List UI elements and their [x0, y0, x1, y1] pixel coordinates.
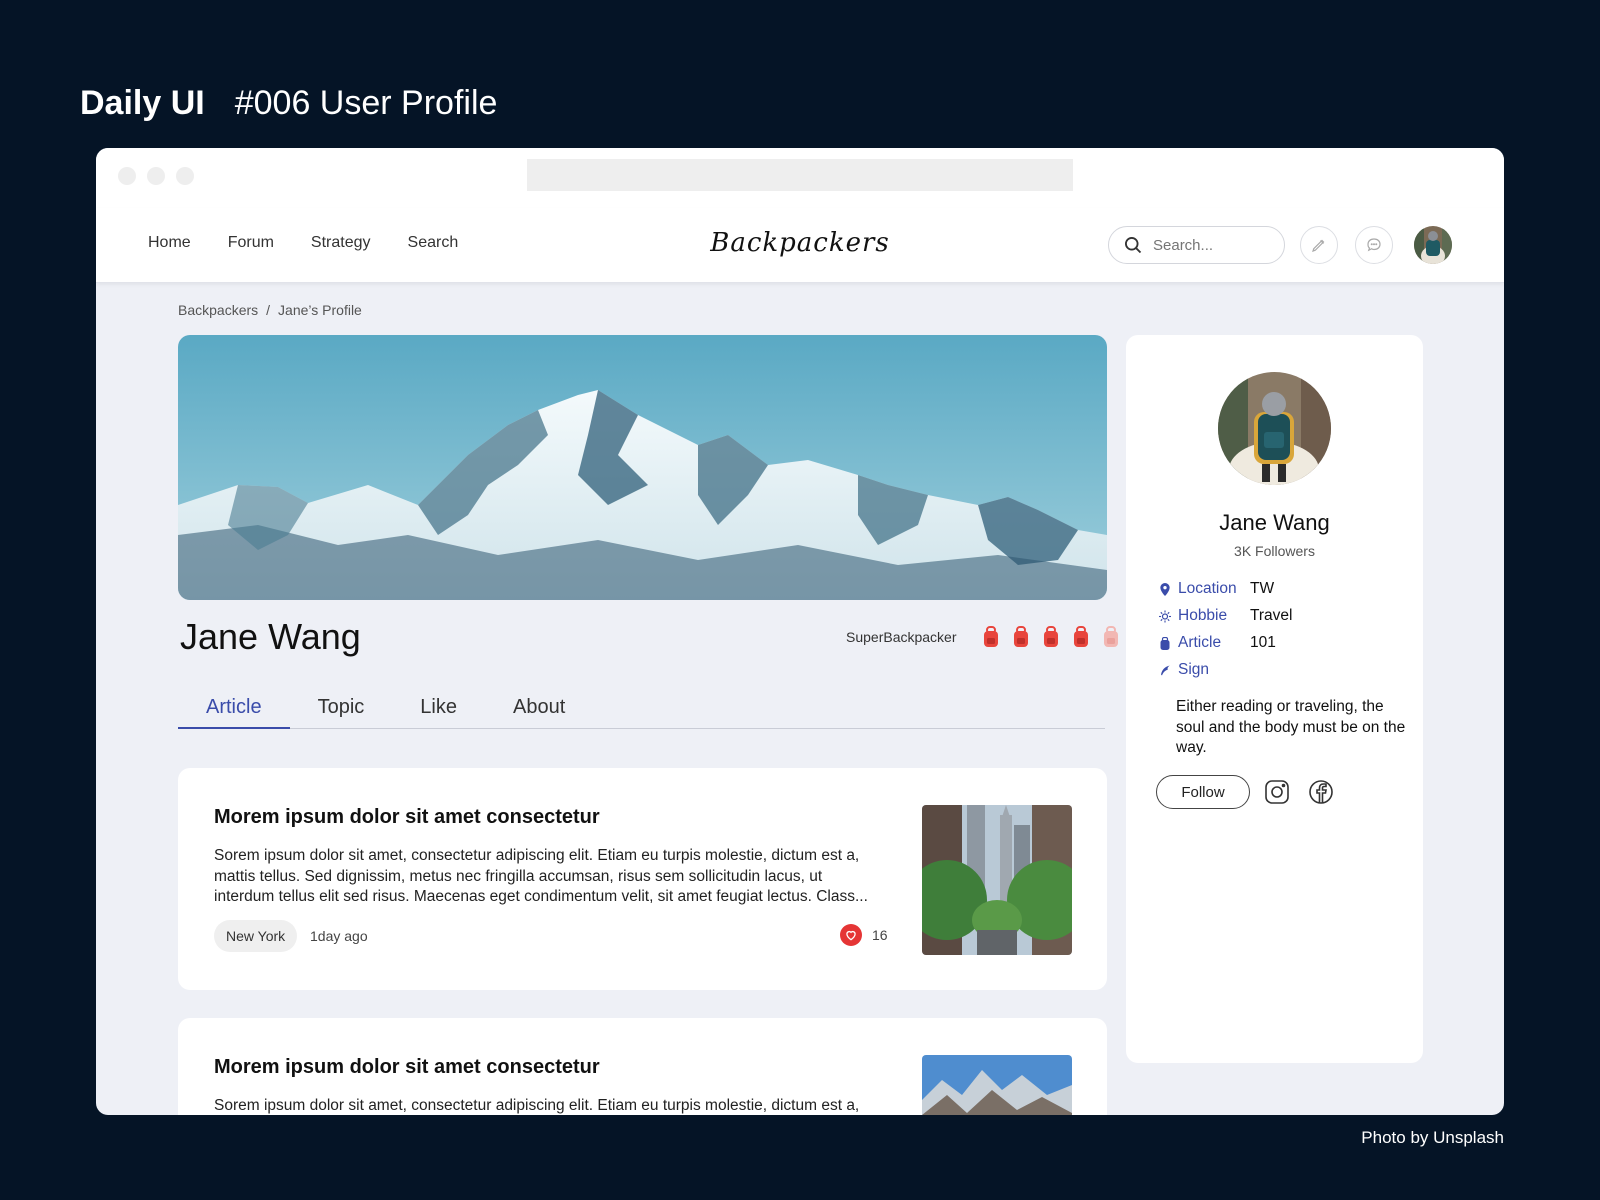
instagram-icon[interactable] [1264, 779, 1290, 805]
window-maximize-dot[interactable] [176, 167, 194, 185]
profile-name: Jane Wang [180, 616, 361, 657]
info-key: Hobbie [1178, 607, 1228, 624]
article-title[interactable]: Morem ipsum dolor sit amet consectetur [214, 1056, 600, 1079]
browser-window: Home Forum Strategy Search Backpackers S… [96, 148, 1504, 1115]
browser-chrome [96, 148, 1504, 208]
breadcrumb: Backpackers / Jane’s Profile [178, 302, 362, 318]
top-navbar: Home Forum Strategy Search Backpackers [96, 208, 1504, 283]
backpack-icon [1158, 636, 1172, 650]
photo-credit: Photo by Unsplash [1361, 1128, 1504, 1147]
window-minimize-dot[interactable] [147, 167, 165, 185]
info-sign: Sign [1158, 661, 1250, 679]
info-key: Sign [1178, 661, 1210, 678]
tab-topic[interactable]: Topic [290, 696, 393, 728]
article-excerpt: Sorem ipsum dolor sit amet, consectetur … [214, 847, 868, 905]
article-card[interactable]: Morem ipsum dolor sit amet consectetur S… [178, 1018, 1107, 1115]
breadcrumb-root[interactable]: Backpackers [178, 302, 258, 318]
rank-badges: SuperBackpacker [846, 626, 1121, 648]
article-excerpt: Sorem ipsum dolor sit amet, consectetur … [214, 1097, 860, 1114]
follow-button[interactable]: Follow [1156, 775, 1250, 809]
quill-icon [1158, 663, 1172, 677]
like-count: 16 [840, 924, 888, 946]
search-box [1108, 226, 1285, 264]
profile-sidebar: Jane Wang 3K Followers Location TW Hobbi… [1126, 335, 1423, 1063]
article-time: 1day ago [310, 928, 368, 944]
location-tag[interactable]: New York [214, 920, 298, 952]
site-logo[interactable]: Backpackers [96, 228, 1504, 258]
breadcrumb-separator: / [266, 302, 271, 318]
backpack-icon [1101, 626, 1121, 648]
tab-article[interactable]: Article [178, 696, 290, 729]
info-key: Location [1178, 580, 1237, 597]
backpack-icon [981, 626, 1001, 648]
search-icon[interactable] [1123, 235, 1143, 255]
cover-image [178, 335, 1107, 600]
backpack-icon [1071, 626, 1091, 648]
article-thumbnail[interactable] [922, 805, 1072, 955]
info-value: TW [1250, 580, 1275, 597]
info-location: Location TW [1158, 580, 1274, 598]
like-icon[interactable] [840, 924, 862, 946]
follower-count[interactable]: 3K Followers [1126, 543, 1423, 559]
info-hobbie: Hobbie Travel [1158, 607, 1293, 625]
facebook-icon[interactable] [1308, 779, 1334, 805]
backpack-icon [1041, 626, 1061, 648]
page-heading: Daily UI #006 User Profile [80, 84, 497, 123]
page-title: #006 User Profile [234, 84, 498, 122]
window-close-dot[interactable] [118, 167, 136, 185]
backpack-icon [1011, 626, 1031, 648]
profile-avatar [1218, 372, 1331, 485]
messages-button[interactable] [1355, 226, 1393, 264]
profile-tabs: Article Topic Like About [178, 696, 1105, 729]
address-bar[interactable] [527, 159, 1073, 191]
chat-icon [1367, 238, 1381, 252]
search-input[interactable] [1153, 236, 1273, 254]
like-number: 16 [872, 927, 888, 943]
tab-like[interactable]: Like [392, 696, 485, 728]
info-value: Travel [1250, 607, 1293, 624]
tab-about[interactable]: About [485, 696, 593, 728]
sign-text: Either reading or traveling, the soul an… [1176, 698, 1406, 756]
info-key: Article [1178, 634, 1222, 651]
breadcrumb-current: Jane’s Profile [278, 302, 362, 318]
pen-icon [1312, 239, 1325, 252]
sun-icon [1158, 609, 1172, 623]
info-article: Article 101 [1158, 634, 1276, 652]
rank-label: SuperBackpacker [846, 629, 957, 645]
location-pin-icon [1158, 582, 1172, 596]
article-title[interactable]: Morem ipsum dolor sit amet consectetur [214, 806, 600, 829]
article-thumbnail[interactable] [922, 1055, 1072, 1115]
info-value: 101 [1250, 634, 1276, 651]
write-button[interactable] [1300, 226, 1338, 264]
user-avatar[interactable] [1414, 226, 1452, 264]
sidebar-name: Jane Wang [1219, 510, 1330, 535]
daily-ui-label: Daily UI [80, 84, 205, 122]
article-card[interactable]: Morem ipsum dolor sit amet consectetur S… [178, 768, 1107, 990]
